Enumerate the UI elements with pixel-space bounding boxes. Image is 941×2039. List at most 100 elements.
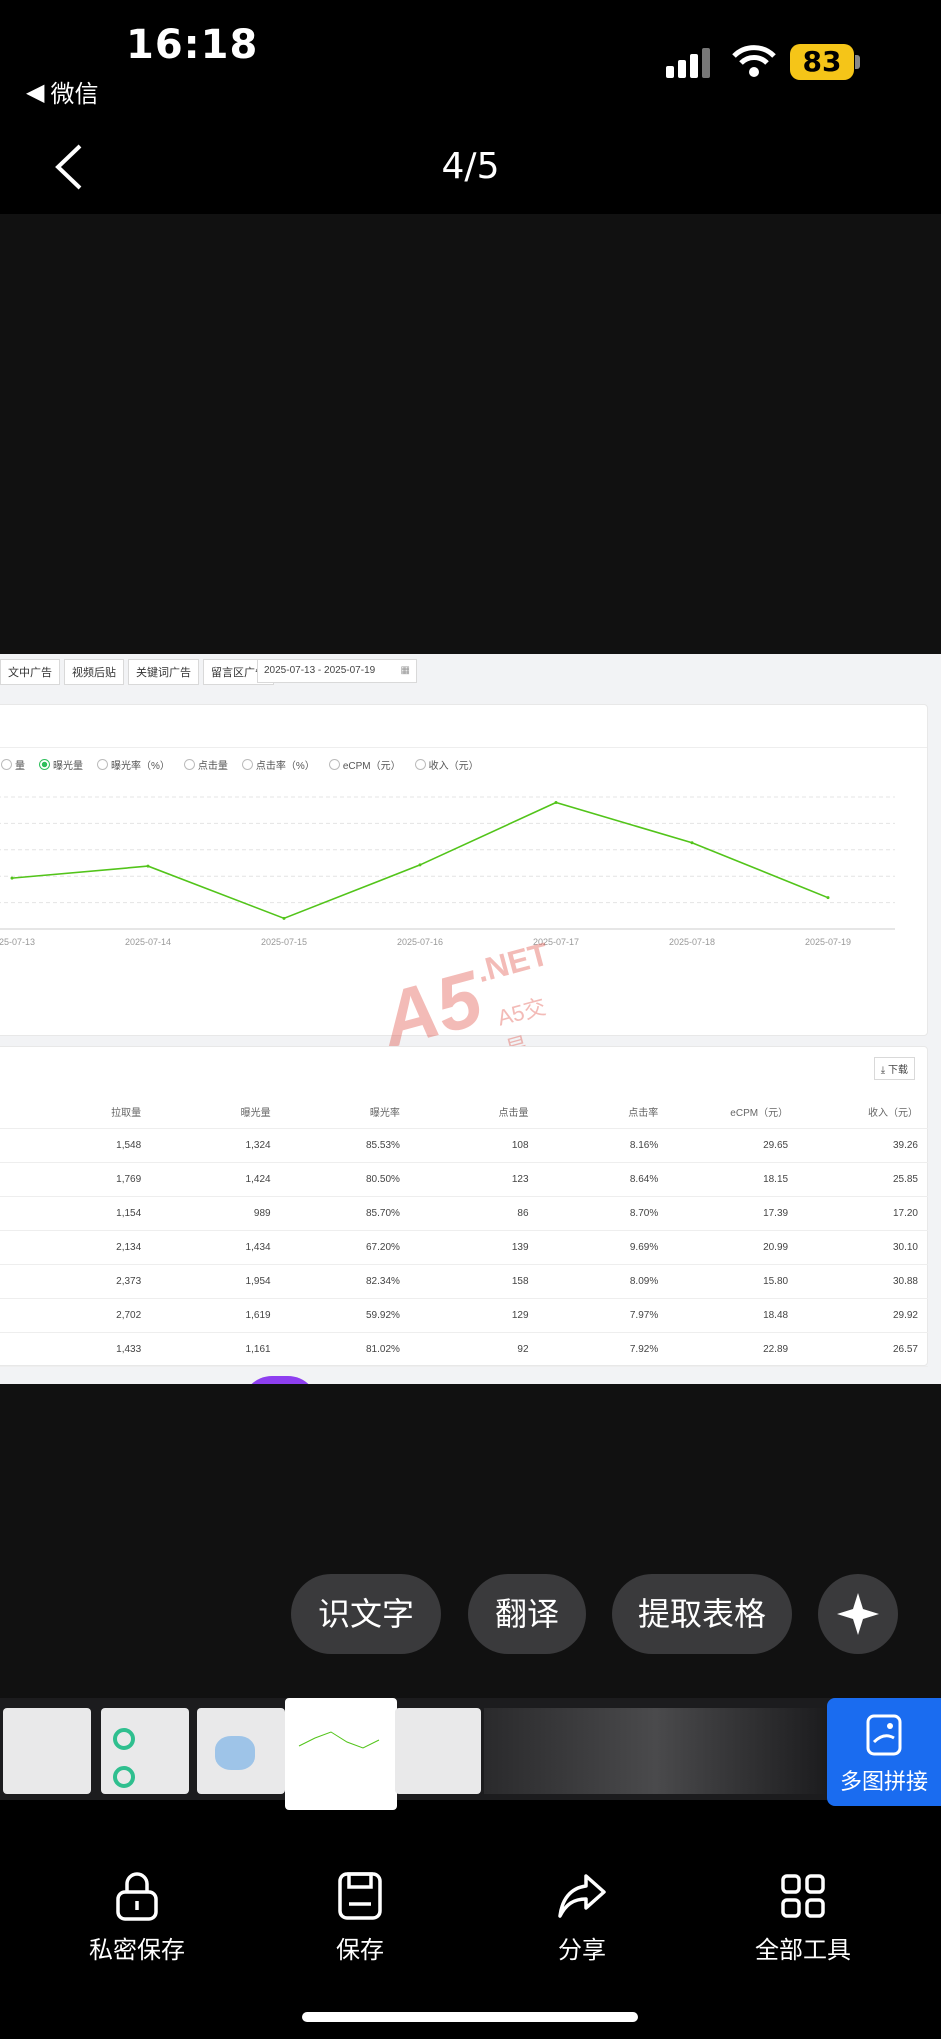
grid-icon	[781, 1874, 825, 1918]
translate-button[interactable]: 翻译	[468, 1574, 586, 1654]
download-button[interactable]: ⤓ 下载	[873, 1057, 915, 1080]
table-row: 1,154 989 85.70% 86 8.70% 17.39 17.20	[0, 1196, 928, 1231]
save-label: 保存	[336, 1936, 384, 1964]
floating-avatar	[242, 1376, 318, 1384]
data-point	[418, 863, 422, 867]
table-cell: 29.65	[668, 1128, 799, 1163]
column-header[interactable]: 点击率	[538, 1095, 669, 1129]
thumbnail-2[interactable]	[101, 1708, 189, 1794]
data-point	[554, 801, 558, 805]
table-cell: 7.92%	[538, 1332, 669, 1367]
table-cell: 1,424	[151, 1162, 281, 1197]
back-app-label: 微信	[50, 80, 99, 108]
table-row: 2,373 1,954 82.34% 158 8.09% 15.80 30.88	[0, 1264, 928, 1299]
table-cell: 9.69%	[538, 1230, 669, 1265]
table-cell: 22.89	[668, 1332, 799, 1367]
ad-tab-0[interactable]: 文中广告	[0, 659, 60, 685]
back-to-app-link[interactable]: ◀ 微信	[26, 74, 98, 109]
status-time: 16:18	[126, 22, 259, 68]
table-cell: 85.53%	[280, 1128, 410, 1163]
metric-radio-1[interactable]: 曝光量	[39, 757, 83, 772]
table-cell: 92	[409, 1332, 539, 1367]
table-cell: 39.26	[798, 1128, 928, 1163]
column-header[interactable]: 拉取量	[0, 1095, 152, 1129]
date-range-value: 2025-07-13 - 2025-07-19	[264, 665, 376, 676]
sparkle-icon	[837, 1593, 879, 1635]
table-cell: 20.99	[668, 1230, 799, 1265]
metric-radio-6[interactable]: 收入（元）	[414, 757, 479, 772]
column-header[interactable]: eCPM（元）	[668, 1095, 799, 1129]
table-row: 2,134 1,434 67.20% 139 9.69% 20.99 30.10	[0, 1230, 928, 1265]
extract-table-button[interactable]: 提取表格	[612, 1574, 792, 1654]
table-cell: 15.80	[668, 1264, 799, 1299]
share-label: 分享	[558, 1936, 606, 1964]
multi-stitch-label: 多图拼接	[839, 1770, 928, 1795]
date-range-field[interactable]: 2025-07-13 - 2025-07-19 ▦	[257, 659, 417, 683]
metric-label: 曝光量	[53, 761, 83, 772]
table-cell: 2,134	[0, 1230, 152, 1265]
ad-tab-1[interactable]: 视频后贴	[64, 659, 124, 685]
viewer-background-bottom	[0, 1384, 941, 1698]
table-cell: 1,324	[151, 1128, 281, 1163]
share-arrow-icon	[558, 1874, 606, 1918]
table-cell: 80.50%	[280, 1162, 410, 1197]
ai-sparkle-button[interactable]	[818, 1574, 898, 1654]
table-cell: 1,434	[151, 1230, 281, 1265]
ad-tab-2[interactable]: 关键词广告	[128, 659, 199, 685]
metric-radio-2[interactable]: 曝光率（%）	[97, 757, 170, 772]
metric-label: 点击量	[197, 761, 228, 772]
multi-stitch-button[interactable]: 多图拼接	[827, 1698, 941, 1806]
column-header[interactable]: 收入（元）	[798, 1095, 928, 1129]
column-header[interactable]: 曝光率	[280, 1095, 410, 1129]
viewer-background	[0, 214, 941, 654]
ocr-button[interactable]: 识文字	[291, 1574, 441, 1654]
metric-label: eCPM（元）	[342, 761, 401, 772]
thumbnail-1[interactable]	[3, 1708, 91, 1794]
table-row: 2,702 1,619 59.92% 129 7.97% 18.48 29.92	[0, 1298, 928, 1333]
table-cell: 82.34%	[280, 1264, 410, 1299]
data-point	[690, 841, 694, 845]
calendar-icon: ▦	[400, 665, 410, 676]
data-point	[282, 916, 286, 920]
thumbnail-4-current[interactable]	[285, 1698, 397, 1810]
viewed-screenshot[interactable]: 文中广告 视频后贴 关键词广告 留言区广告 2025-07-13 - 2025-07-…	[0, 654, 941, 1384]
strip-fade	[484, 1708, 827, 1794]
table-cell: 1,548	[0, 1128, 152, 1163]
thumbnail-5[interactable]	[395, 1708, 481, 1794]
metric-label: 量	[15, 761, 25, 772]
table-row: 1,548 1,324 85.53% 108 8.16% 29.65 39.26	[0, 1128, 928, 1163]
metric-label: 曝光率（%）	[111, 761, 170, 772]
private-save-button[interactable]: 私密保存	[57, 1870, 217, 1965]
table-cell: 30.10	[798, 1230, 928, 1265]
metric-radio-4[interactable]: 点击率（%）	[241, 757, 315, 772]
table-cell: 1,954	[151, 1264, 281, 1299]
save-disk-icon	[338, 1872, 382, 1920]
table-cell: 1,154	[0, 1196, 152, 1231]
table-cell: 7.97%	[538, 1298, 669, 1333]
private-save-label: 私密保存	[89, 1936, 185, 1964]
battery-cap	[855, 55, 860, 69]
all-tools-button[interactable]: 全部工具	[723, 1870, 883, 1965]
series-line	[11, 801, 829, 920]
all-tools-label: 全部工具	[755, 1936, 851, 1964]
home-indicator[interactable]	[302, 2012, 638, 2022]
table-cell: 18.15	[668, 1162, 799, 1197]
table-cell: 25.85	[798, 1162, 928, 1197]
lock-icon	[116, 1872, 158, 1921]
metric-radio-5[interactable]: eCPM（元）	[328, 757, 401, 772]
table-cell: 30.88	[798, 1264, 928, 1299]
ad-type-tabs: 文中广告 视频后贴 关键词广告 留言区广告	[0, 659, 274, 685]
share-button[interactable]: 分享	[502, 1870, 662, 1965]
column-header[interactable]: 点击量	[409, 1095, 539, 1129]
radio-circle-icon	[241, 759, 253, 770]
thumbnail-3[interactable]	[197, 1708, 285, 1794]
radio-circle-icon	[183, 759, 195, 770]
table-cell: 139	[409, 1230, 539, 1265]
save-button[interactable]: 保存	[280, 1870, 440, 1965]
column-header[interactable]: 曝光量	[151, 1095, 281, 1129]
metric-radio-0[interactable]: 量	[1, 757, 25, 772]
table-cell: 8.09%	[538, 1264, 669, 1299]
table-cell: 2,373	[0, 1264, 152, 1299]
table-cell: 108	[409, 1128, 539, 1163]
metric-radio-3[interactable]: 点击量	[183, 757, 228, 772]
